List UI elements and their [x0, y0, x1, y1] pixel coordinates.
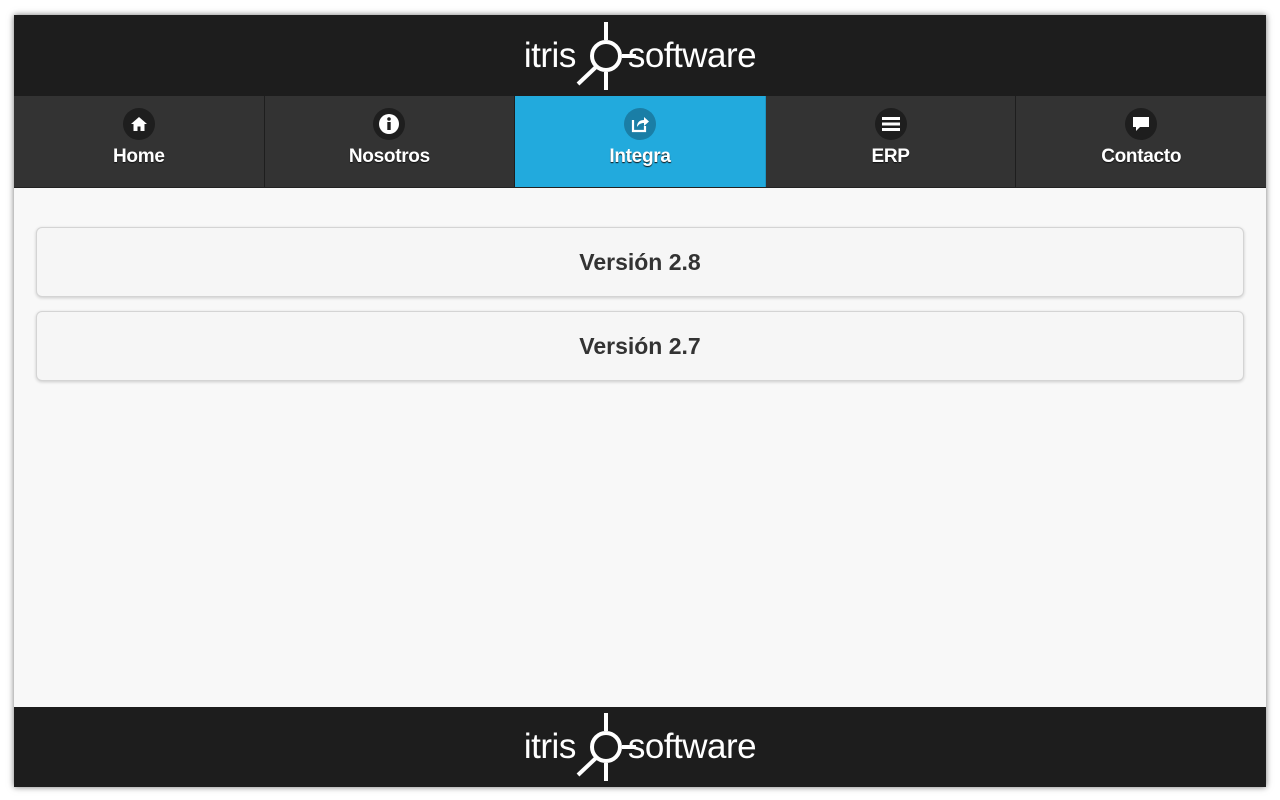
logo[interactable]: itris software [523, 20, 757, 92]
nav-label-nosotros: Nosotros [348, 146, 430, 167]
info-icon [373, 108, 406, 140]
logo-text-itris: itris [523, 35, 576, 75]
nav-item-home[interactable]: Home [14, 96, 265, 187]
nav-item-erp[interactable]: ERP [765, 96, 1017, 187]
header: itris software [14, 15, 1266, 96]
navbar: Home Nosotros Integra ERP Contacto [14, 96, 1266, 188]
logo-text-software: software [627, 727, 757, 766]
chat-icon [1125, 108, 1158, 140]
nav-label-erp: ERP [871, 146, 910, 167]
footer: itris software [14, 707, 1266, 787]
app-frame: itris software Home Nosotros Integra ERP… [14, 15, 1266, 787]
nav-label-home: Home [113, 146, 165, 167]
logo-text-itris: itris [523, 727, 576, 766]
share-icon [623, 108, 656, 140]
nav-item-nosotros[interactable]: Nosotros [264, 96, 516, 187]
footer-logo[interactable]: itris software [523, 711, 757, 783]
nav-label-integra: Integra [609, 146, 671, 167]
version-list: Versión 2.8 Versión 2.7 [36, 227, 1244, 395]
nav-item-contacto[interactable]: Contacto [1016, 96, 1266, 187]
version-2-8-button[interactable]: Versión 2.8 [36, 227, 1244, 297]
menu-icon [874, 108, 907, 140]
logo-text-software: software [627, 35, 757, 75]
home-icon [122, 108, 155, 140]
version-2-7-button[interactable]: Versión 2.7 [36, 311, 1244, 381]
nav-item-integra[interactable]: Integra [515, 96, 766, 187]
nav-label-contacto: Contacto [1101, 146, 1182, 167]
